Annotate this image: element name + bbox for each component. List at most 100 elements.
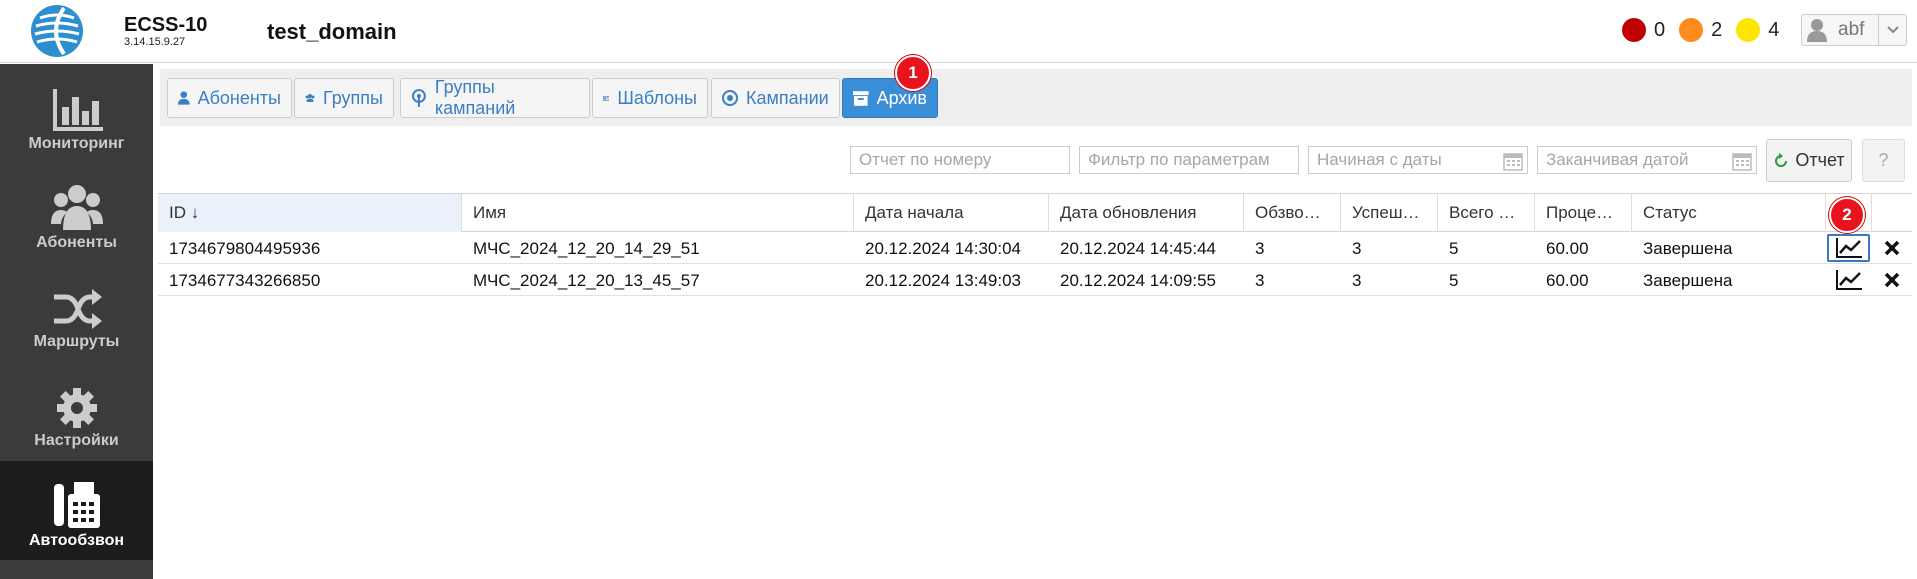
major-alarm-dot-icon [1679,18,1704,42]
table-header: ID ↓ Имя Дата начала Дата обновления Обз… [158,193,1912,232]
template-icon [603,95,610,101]
col-header-update-date[interactable]: Дата обновления [1049,194,1244,232]
users-icon [305,93,315,103]
app-name: ECSS-10 [124,14,208,36]
target-icon [722,90,738,106]
col-header-percent[interactable]: Проце… [1535,194,1632,232]
cell-start-date: 20.12.2024 14:30:04 [865,239,1021,258]
cell-status: Завершена [1643,271,1733,290]
archive-icon [853,90,869,106]
user-avatar-icon [1802,15,1832,45]
delete-button[interactable] [1872,266,1912,294]
cell-update-date: 20.12.2024 14:45:44 [1060,239,1216,258]
date-from-input[interactable] [1308,146,1528,174]
report-button-label: Отчет [1795,150,1845,170]
sidebar-item-subscribers[interactable]: Абоненты [0,163,153,262]
cell-start-date: 20.12.2024 13:49:03 [865,271,1021,290]
alarm-major[interactable]: 2 [1679,18,1722,42]
alarm-critical[interactable]: 0 [1622,18,1665,42]
gear-icon [56,388,97,428]
sidebar-item-routes[interactable]: Маршруты [0,262,153,361]
alarm-minor-count: 4 [1768,18,1780,41]
bar-chart-icon [52,89,103,131]
sidebar-item-settings[interactable]: Настройки [0,361,153,460]
sidebar: Мониторинг Абоненты Маршруты Настройки А… [0,64,153,579]
step-badge-1: 1 [895,55,931,91]
table-row[interactable]: 1734679804495936 МЧС_2024_12_20_14_29_51… [158,232,1912,264]
sidebar-item-autodial[interactable]: Автообзвон [0,461,153,560]
report-number-input[interactable] [850,146,1070,174]
col-header-total[interactable]: Всего … [1438,194,1535,232]
calendar-icon[interactable] [1503,151,1523,171]
sidebar-label-settings: Настройки [34,432,119,449]
chart-button[interactable] [1827,234,1870,262]
col-header-delete [1872,194,1912,232]
alarm-indicators[interactable]: 0 2 4 [1622,18,1793,42]
cell-id: 1734679804495936 [169,239,321,258]
refresh-icon [1775,152,1788,167]
col-header-name[interactable]: Имя [462,194,854,232]
alarm-minor[interactable]: 4 [1736,18,1779,42]
col-header-status[interactable]: Статус [1632,194,1826,232]
table-row[interactable]: 1734677343266850 МЧС_2024_12_20_13_45_57… [158,264,1912,296]
cell-dialed: 3 [1255,239,1265,258]
sidebar-item-monitoring[interactable]: Мониторинг [0,64,153,163]
ecss-logo [31,5,83,57]
sidebar-label-monitoring: Мониторинг [28,135,125,152]
tab-campaigns[interactable]: Кампании [711,78,840,118]
tab-templates[interactable]: Шаблоны [592,78,708,118]
chart-button[interactable] [1827,266,1870,294]
user-icon [178,91,190,105]
cell-total: 5 [1449,239,1459,258]
cell-percent: 60.00 [1546,239,1589,258]
tab-bar: Абоненты Группы Группы кампаний Шаблоны … [160,69,1912,126]
col-header-id[interactable]: ID ↓ [158,194,462,232]
sidebar-label-autodial: Автообзвон [28,532,125,549]
calendar-icon[interactable] [1732,151,1752,171]
line-chart-icon [1835,270,1862,290]
app-version: 3.14.15.9.27 [124,36,186,48]
cell-name: МЧС_2024_12_20_13_45_57 [473,271,700,290]
cell-percent: 60.00 [1546,271,1589,290]
alarm-critical-count: 0 [1654,18,1666,41]
tab-templates-label: Шаблоны [617,87,697,108]
parameters-filter-input[interactable] [1079,146,1299,174]
tab-groups[interactable]: Группы [294,78,394,118]
tab-campaigns-label: Кампании [746,87,829,108]
tab-subscribers-label: Абоненты [197,87,281,108]
user-menu[interactable]: abf [1801,14,1907,46]
col-header-start-date[interactable]: Дата начала [854,194,1049,232]
report-button[interactable]: Отчет [1766,139,1852,182]
tab-subscribers[interactable]: Абоненты [167,78,292,118]
chevron-down-icon[interactable] [1878,15,1906,45]
tab-campaign-groups[interactable]: Группы кампаний [400,77,590,118]
top-header: ECSS-10 3.14.15.9.27 test_domain 0 2 4 a… [0,0,1917,63]
cell-id: 1734677343266850 [169,271,321,290]
fax-phone-icon [53,482,100,528]
minor-alarm-dot-icon [1736,18,1761,42]
cell-name: МЧС_2024_12_20_14_29_51 [473,239,700,258]
cell-update-date: 20.12.2024 14:09:55 [1060,271,1216,290]
critical-alarm-dot-icon [1622,18,1646,42]
broadcast-icon [411,89,426,107]
col-header-successful[interactable]: Успеш… [1341,194,1438,232]
tab-campaign-groups-label: Группы кампаний [434,77,516,118]
cell-dialed: 3 [1255,271,1265,290]
domain-title[interactable]: test_domain [267,19,397,45]
sidebar-label-subscribers: Абоненты [36,234,117,251]
col-header-dialed[interactable]: Обзво… [1244,194,1341,232]
tab-groups-label: Группы [323,87,383,108]
delete-button[interactable] [1872,234,1912,262]
tab-archive-label: Архив [876,87,927,108]
cell-status: Завершена [1643,239,1733,258]
sidebar-label-routes: Маршруты [33,333,120,350]
line-chart-icon [1835,238,1862,258]
cell-successful: 3 [1352,239,1362,258]
help-button[interactable]: ? [1862,139,1905,182]
date-to-input[interactable] [1537,146,1757,174]
users-icon [50,185,103,230]
cell-successful: 3 [1352,271,1362,290]
alarm-major-count: 2 [1711,18,1723,41]
close-icon [1884,272,1900,288]
cell-total: 5 [1449,271,1459,290]
